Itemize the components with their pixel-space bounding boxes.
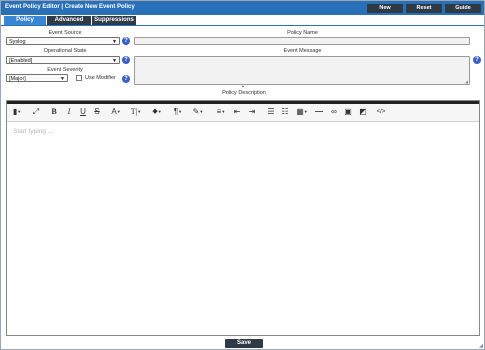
chevron-down-icon: ▼ bbox=[60, 76, 65, 82]
editor-toolbar: ▮▼ ⤢ B I U S A▼ T|▼ ◆▼ ¶▼ ✎▼ ≡▼ ⇤ ⇥ ☰ ☷ … bbox=[7, 104, 479, 122]
strikethrough-icon[interactable]: S bbox=[92, 107, 102, 117]
file-icon[interactable]: ▮▼ bbox=[11, 107, 23, 117]
link-icon[interactable]: ∞ bbox=[329, 107, 339, 117]
help-icon[interactable]: ? bbox=[122, 37, 130, 45]
new-button[interactable]: New bbox=[367, 4, 403, 13]
help-icon[interactable]: ? bbox=[122, 75, 130, 83]
eraser-icon[interactable]: ◩ bbox=[358, 107, 368, 117]
event-source-value: Syslog bbox=[9, 39, 26, 45]
save-button[interactable]: Save bbox=[225, 339, 263, 348]
align-icon[interactable]: ≡▼ bbox=[214, 107, 228, 117]
paragraph-icon[interactable]: ¶▼ bbox=[171, 107, 185, 117]
reset-button[interactable]: Reset bbox=[406, 4, 442, 13]
ordered-list-icon[interactable]: ☰ bbox=[266, 107, 276, 117]
policy-description-editor[interactable]: ▮▼ ⤢ B I U S A▼ T|▼ ◆▼ ¶▼ ✎▼ ≡▼ ⇤ ⇥ ☰ ☷ … bbox=[6, 100, 480, 336]
font-color-icon[interactable]: A▼ bbox=[109, 107, 123, 117]
event-source-label: Event Source bbox=[48, 30, 82, 36]
horizontal-rule-icon[interactable]: — bbox=[314, 107, 324, 117]
use-modifier-checkbox[interactable] bbox=[76, 75, 82, 81]
indent-decrease-icon[interactable]: ⇤ bbox=[232, 107, 242, 117]
clear-format-icon[interactable]: ✎▼ bbox=[191, 107, 205, 117]
chevron-down-icon: ▼ bbox=[112, 39, 117, 45]
help-icon[interactable]: ? bbox=[122, 56, 130, 64]
event-severity-value: [Major] bbox=[9, 76, 26, 82]
indent-increase-icon[interactable]: ⇥ bbox=[247, 107, 257, 117]
help-icon[interactable]: ? bbox=[473, 56, 481, 64]
unordered-list-icon[interactable]: ☷ bbox=[280, 107, 290, 117]
tab-suppressions[interactable]: Suppressions bbox=[92, 16, 136, 25]
policy-name-input[interactable] bbox=[134, 37, 470, 45]
tab-advanced[interactable]: Advanced bbox=[47, 16, 91, 25]
editor-placeholder: Start typing ... bbox=[13, 128, 54, 135]
operational-state-value: [Enabled] bbox=[9, 58, 33, 64]
event-severity-label: Event Severity bbox=[47, 67, 83, 73]
guide-button[interactable]: Guide bbox=[445, 4, 481, 13]
code-icon[interactable]: </> bbox=[374, 107, 388, 117]
title-bar: Event Policy Editor | Create New Event P… bbox=[1, 1, 484, 15]
event-source-select[interactable]: Syslog ▼ bbox=[6, 37, 120, 45]
event-message-textarea[interactable]: ◢ bbox=[134, 56, 470, 85]
italic-icon[interactable]: I bbox=[64, 107, 74, 117]
underline-icon[interactable]: U bbox=[78, 107, 88, 117]
policy-description-label: Policy Description bbox=[222, 90, 266, 96]
event-message-label: Event Message bbox=[283, 48, 322, 54]
tab-divider bbox=[1, 25, 484, 26]
policy-editor-window: Event Policy Editor | Create New Event P… bbox=[0, 0, 485, 350]
operational-state-select[interactable]: [Enabled] ▼ bbox=[6, 56, 120, 64]
resize-handle-icon[interactable]: ◢ bbox=[465, 79, 468, 84]
use-modifier-label: Use Modifier bbox=[85, 75, 116, 81]
window-title: Event Policy Editor | Create New Event P… bbox=[5, 4, 135, 10]
operational-state-label: Operational State bbox=[43, 48, 87, 54]
highlight-icon[interactable]: ◆▼ bbox=[150, 107, 164, 117]
bold-icon[interactable]: B bbox=[49, 107, 59, 117]
table-icon[interactable]: ▦▼ bbox=[295, 107, 309, 117]
chevron-down-icon: ▼ bbox=[112, 58, 117, 64]
fullscreen-icon[interactable]: ⤢ bbox=[31, 107, 41, 117]
font-size-icon[interactable]: T|▼ bbox=[128, 107, 144, 117]
tab-policy[interactable]: Policy bbox=[4, 16, 46, 25]
policy-name-label: Policy Name bbox=[287, 30, 318, 36]
event-severity-select[interactable]: [Major] ▼ bbox=[6, 74, 68, 82]
window-resize-icon[interactable]: ◢ bbox=[479, 343, 483, 349]
image-icon[interactable]: ▣ bbox=[343, 107, 353, 117]
